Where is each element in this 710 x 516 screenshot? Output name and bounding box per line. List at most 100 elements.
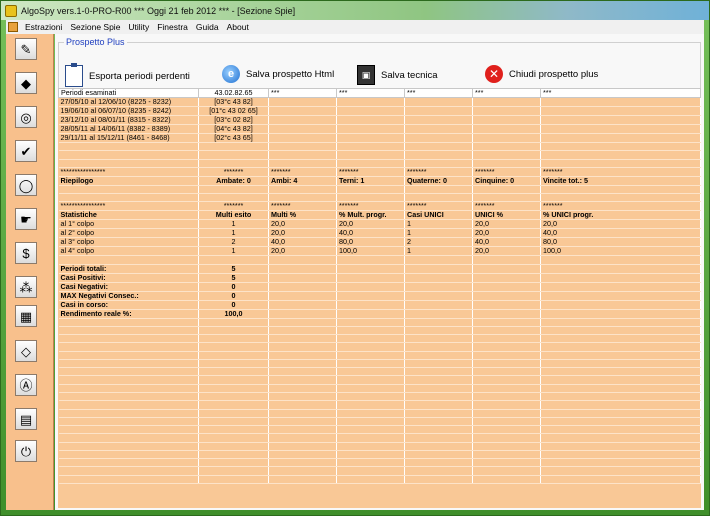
table-cell[interactable] [472,475,541,484]
table-cell[interactable] [268,318,337,327]
table-cell[interactable] [268,133,337,143]
table-cell[interactable] [58,367,199,377]
table-cell[interactable] [404,450,473,460]
table-cell[interactable] [404,133,473,143]
table-cell[interactable] [404,115,473,125]
table-cell[interactable] [336,458,405,468]
mdi-child-icon[interactable] [8,22,18,32]
table-cell[interactable] [336,409,405,418]
table-cell[interactable]: ******* [198,201,269,212]
table-cell[interactable] [268,291,337,301]
table-cell[interactable] [472,291,541,301]
table-cell[interactable]: *** [404,88,473,98]
table-cell[interactable] [540,351,701,360]
table-cell[interactable] [472,342,541,352]
table-cell[interactable]: 23/12/10 al 08/01/11 (8315 - 8322) [58,115,199,125]
table-cell[interactable]: 1 [198,219,269,230]
table-cell[interactable] [404,309,473,319]
table-cell[interactable]: Ambate: 0 [198,176,269,186]
table-cell[interactable] [336,97,405,107]
table-cell[interactable] [404,193,473,203]
table-cell[interactable] [58,475,199,484]
table-cell[interactable] [58,342,199,352]
table-cell[interactable] [58,255,199,265]
table-cell[interactable] [472,409,541,418]
table-cell[interactable]: **************** [58,201,199,212]
table-cell[interactable] [336,466,405,476]
table-cell[interactable] [404,255,473,265]
table-cell[interactable] [404,400,473,410]
table-cell[interactable]: 80,0 [336,237,405,248]
table-cell[interactable] [540,367,701,377]
tool-button-10[interactable]: ◇ [15,340,37,362]
table-cell[interactable]: Periodi esaminati [58,88,199,98]
tool-button-11[interactable]: Ⓐ [15,374,37,396]
table-cell[interactable] [540,291,701,301]
table-cell[interactable]: al 2° colpo [58,228,199,239]
table-cell[interactable] [268,384,337,394]
table-cell[interactable] [404,273,473,283]
menu-utility[interactable]: Utility [124,22,153,32]
table-cell[interactable] [336,300,405,310]
table-cell[interactable]: 19/06/10 al 06/07/10 (8235 - 8242) [58,106,199,116]
table-cell[interactable] [198,326,269,336]
table-cell[interactable] [58,417,199,427]
table-cell[interactable] [58,159,199,168]
table-cell[interactable] [404,375,473,385]
table-cell[interactable] [404,392,473,402]
table-cell[interactable]: 40,0 [268,237,337,248]
table-cell[interactable] [336,326,405,336]
table-cell[interactable] [404,425,473,435]
results-grid[interactable]: Periodi esaminati 43.02.82.65 *** *** *** ***… [58,88,701,508]
table-cell[interactable] [198,400,269,410]
table-cell[interactable] [404,442,473,451]
table-cell[interactable] [404,326,473,336]
table-cell[interactable] [198,255,269,265]
table-cell[interactable] [198,367,269,377]
table-cell[interactable]: 20,0 [268,219,337,230]
table-cell[interactable] [268,342,337,352]
table-cell[interactable]: Casi UNICI [404,210,473,221]
table-cell[interactable] [268,124,337,134]
table-cell[interactable] [58,392,199,402]
table-cell[interactable] [472,367,541,377]
table-cell[interactable] [404,475,473,484]
table-cell[interactable] [268,264,337,274]
menu-sezione-spie[interactable]: Sezione Spie [66,22,124,32]
table-cell[interactable]: Cinquine: 0 [472,176,541,186]
save-html-button[interactable]: e Salva prospetto Html [222,65,334,83]
table-cell[interactable]: 1 [404,228,473,239]
table-cell[interactable] [336,425,405,435]
table-cell[interactable] [404,142,473,152]
save-tech-button[interactable]: ▣ Salva tecnica [357,65,438,85]
table-cell[interactable] [198,450,269,460]
table-cell[interactable] [472,458,541,468]
table-cell[interactable]: Periodi totali: [58,264,199,274]
table-cell[interactable] [472,351,541,360]
table-cell[interactable] [472,309,541,319]
table-cell[interactable]: al 4° colpo [58,246,199,257]
table-cell[interactable] [268,375,337,385]
table-cell[interactable]: al 1° colpo [58,219,199,230]
table-cell[interactable]: 43.02.82.65 [198,88,269,98]
table-cell[interactable] [336,185,405,195]
table-cell[interactable] [268,425,337,435]
table-cell[interactable]: 2 [404,237,473,248]
table-cell[interactable]: [02°c 43 65] [198,133,269,143]
table-cell[interactable] [540,334,701,344]
table-cell[interactable] [336,475,405,484]
table-cell[interactable] [472,326,541,336]
table-cell[interactable] [336,193,405,203]
table-cell[interactable] [336,417,405,427]
table-cell[interactable] [472,133,541,143]
tool-button-8[interactable]: ⁂ [15,276,37,298]
table-cell[interactable]: 0 [198,300,269,310]
table-cell[interactable]: 40,0 [540,228,701,239]
table-cell[interactable] [268,475,337,484]
table-cell[interactable] [540,115,701,125]
table-cell[interactable]: 2 [198,237,269,248]
table-cell[interactable] [336,115,405,125]
table-cell[interactable]: 0 [198,291,269,301]
table-cell[interactable]: 29/11/11 al 15/12/11 (8461 - 8468) [58,133,199,143]
table-cell[interactable] [540,359,701,369]
